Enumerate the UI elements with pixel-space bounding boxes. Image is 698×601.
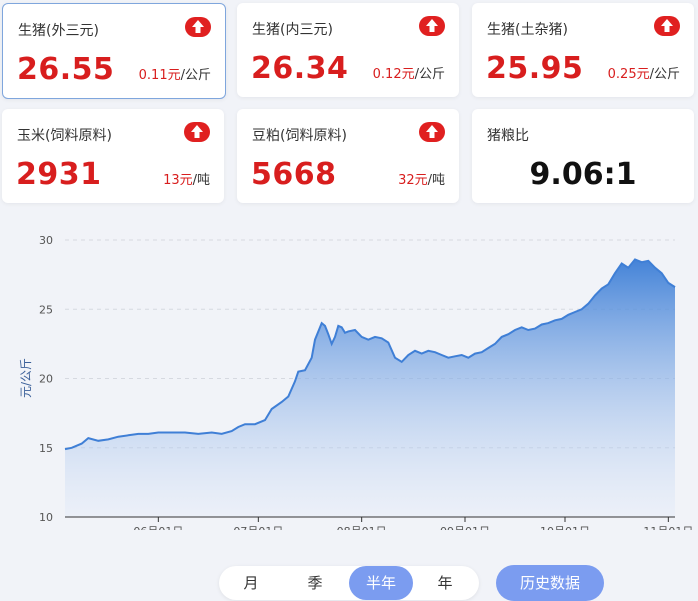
y-tick-label: 10 bbox=[39, 511, 53, 524]
price-change: 0.11元/公斤 bbox=[138, 68, 211, 83]
price-change: 0.25元/公斤 bbox=[607, 67, 680, 82]
x-tick-label: 11月01日 bbox=[643, 525, 693, 530]
period-quarter-button[interactable]: 季 bbox=[283, 566, 347, 600]
price-chart: 10 15 20 25 30 06月01日 07月01日 08月01日 09月01日 10月01… bbox=[19, 234, 693, 530]
y-tick-label: 30 bbox=[39, 234, 53, 247]
card-pig-outer[interactable]: 生猪(外三元) 26.55 0.11元/公斤 bbox=[2, 3, 226, 99]
card-title: 生猪(内三元) bbox=[252, 22, 333, 38]
price-change: 32元/吨 bbox=[398, 173, 445, 188]
y-tick-label: 25 bbox=[39, 303, 53, 316]
price-value: 26.34 bbox=[251, 51, 349, 86]
up-arrow-icon bbox=[419, 16, 445, 36]
card-soybean-meal[interactable]: 豆粕(饲料原料) 5668 32元/吨 bbox=[237, 109, 459, 203]
period-selector: 月 季 半年 年 bbox=[219, 566, 479, 600]
x-tick-label: 07月01日 bbox=[233, 525, 283, 530]
card-corn[interactable]: 玉米(饲料原料) 2931 13元/吨 bbox=[2, 109, 224, 203]
card-pig-inner[interactable]: 生猪(内三元) 26.34 0.12元/公斤 bbox=[237, 3, 459, 97]
period-half-year-button[interactable]: 半年 bbox=[349, 566, 413, 600]
series-area bbox=[65, 259, 675, 517]
y-axis-label: 元/公斤 bbox=[19, 358, 33, 398]
price-value: 2931 bbox=[16, 157, 102, 192]
card-title: 豆粕(饲料原料) bbox=[252, 128, 347, 144]
card-title: 玉米(饲料原料) bbox=[17, 128, 112, 144]
card-pig-local[interactable]: 生猪(土杂猪) 25.95 0.25元/公斤 bbox=[472, 3, 694, 97]
up-arrow-icon bbox=[654, 16, 680, 36]
up-arrow-icon bbox=[185, 17, 211, 37]
up-arrow-icon bbox=[419, 122, 445, 142]
x-tick-label: 08月01日 bbox=[337, 525, 387, 530]
x-tick-label: 06月01日 bbox=[133, 525, 183, 530]
card-pig-grain-ratio[interactable]: 猪粮比 9.06:1 bbox=[472, 109, 694, 203]
price-value: 25.95 bbox=[486, 51, 584, 86]
up-arrow-icon bbox=[184, 122, 210, 142]
ratio-value: 9.06:1 bbox=[529, 157, 637, 192]
price-value: 26.55 bbox=[17, 52, 115, 87]
y-tick-label: 15 bbox=[39, 442, 53, 455]
card-title: 猪粮比 bbox=[487, 128, 529, 144]
price-change: 13元/吨 bbox=[163, 173, 210, 188]
period-month-button[interactable]: 月 bbox=[219, 566, 283, 600]
price-change: 0.12元/公斤 bbox=[372, 67, 445, 82]
x-tick-label: 10月01日 bbox=[540, 525, 590, 530]
card-title: 生猪(外三元) bbox=[18, 23, 99, 39]
price-value: 5668 bbox=[251, 157, 337, 192]
card-title: 生猪(土杂猪) bbox=[487, 22, 568, 38]
y-tick-label: 20 bbox=[39, 373, 53, 386]
period-year-button[interactable]: 年 bbox=[413, 566, 477, 600]
x-tick-label: 09月01日 bbox=[440, 525, 490, 530]
history-data-button[interactable]: 历史数据 bbox=[496, 565, 604, 601]
